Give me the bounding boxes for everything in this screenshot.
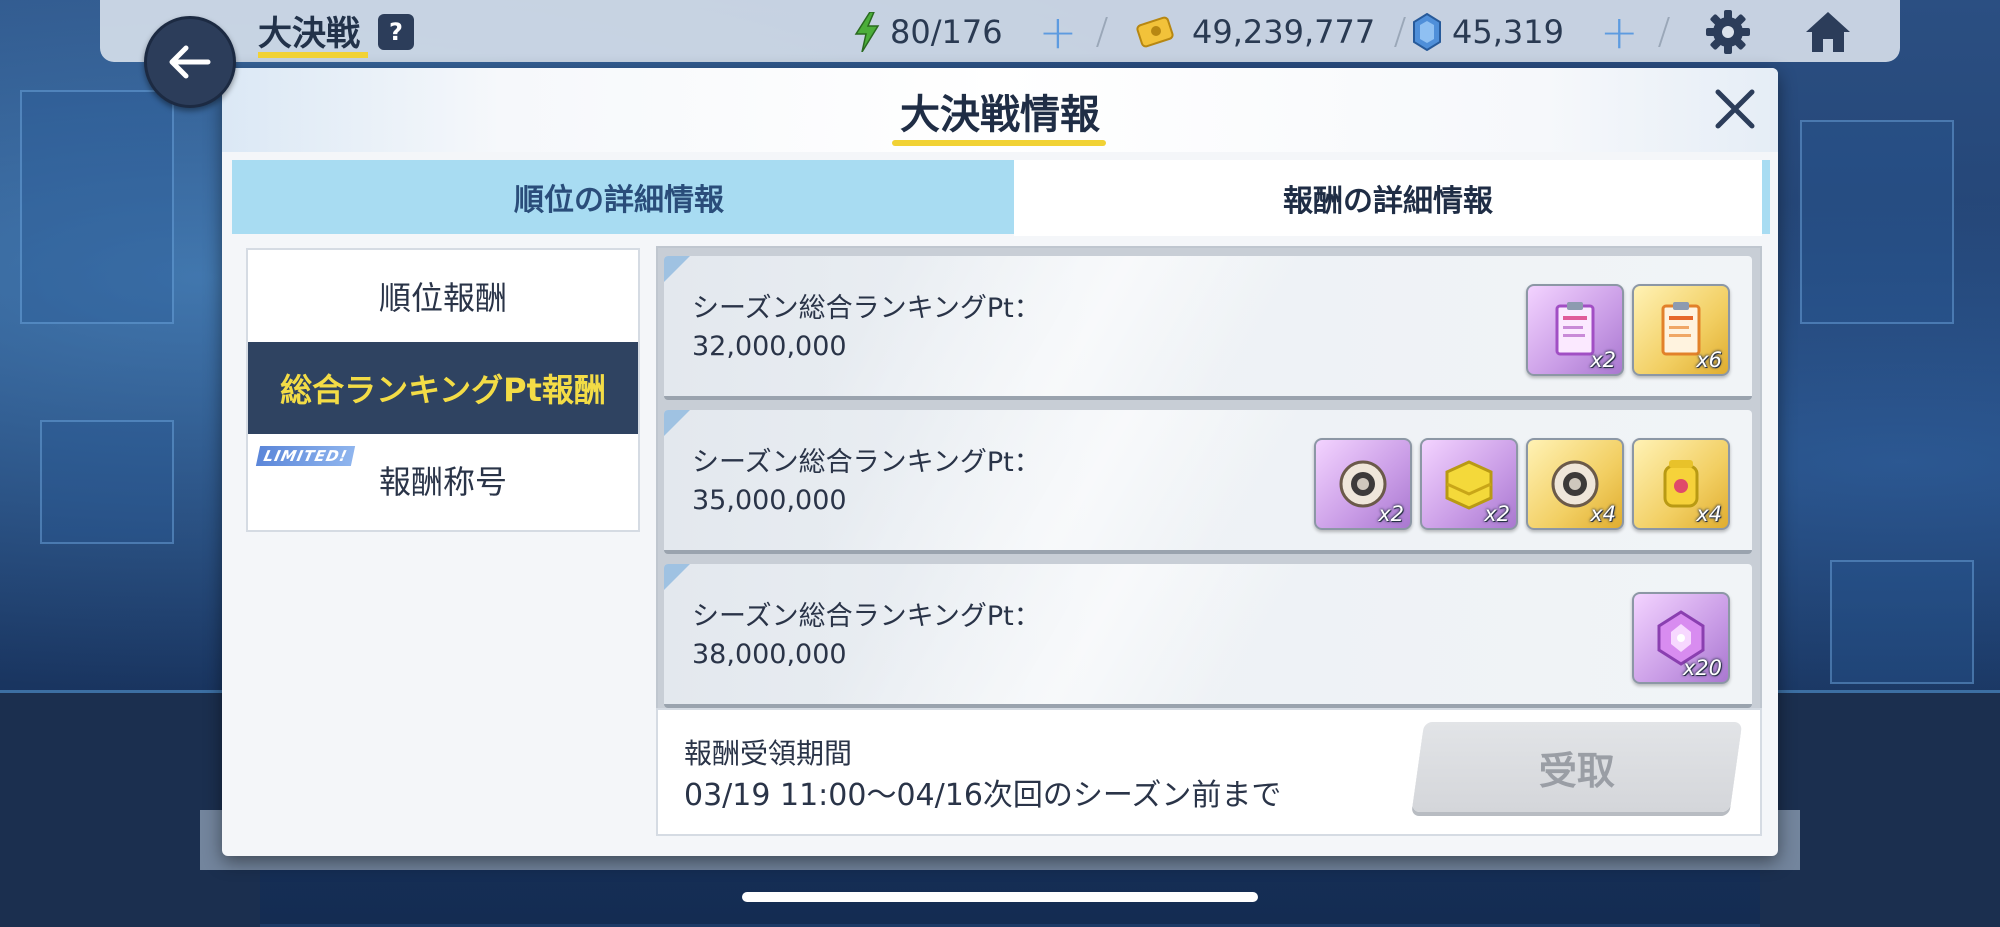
reward-category-menu: 順位報酬 総合ランキングPt報酬 報酬称号 LIMITED!: [246, 248, 640, 532]
reward-items: x20: [1632, 592, 1730, 684]
back-button[interactable]: [144, 16, 236, 108]
title-underline: [892, 140, 1106, 146]
reward-label: シーズン総合ランキングPt：: [692, 447, 1041, 478]
help-icon[interactable]: ?: [378, 14, 414, 50]
crystal-purple-icon[interactable]: x20: [1632, 592, 1730, 684]
reward-threshold: シーズン総合ランキングPt： 32,000,000: [692, 290, 1041, 366]
reward-label: シーズン総合ランキングPt：: [692, 601, 1041, 632]
background-screen: [1800, 120, 1954, 324]
reward-row: シーズン総合ランキングPt： 35,000,000 x2 x2 x4 x4: [664, 410, 1752, 554]
credits-resource: 49,239,777: [1136, 10, 1407, 54]
item-quantity: x2: [1484, 502, 1510, 526]
cloth-yellow-icon[interactable]: x2: [1420, 438, 1518, 530]
reward-points: 32,000,000: [692, 331, 847, 362]
menu-item-total-ranking-pt-reward[interactable]: 総合ランキングPt報酬: [248, 342, 638, 434]
background-screen: [40, 420, 174, 544]
background-desk: [1760, 690, 2000, 927]
item-quantity: x6: [1696, 348, 1722, 372]
reward-points: 38,000,000: [692, 639, 847, 670]
lightning-icon: [854, 12, 880, 52]
reward-row: シーズン総合ランキングPt： 32,000,000 x2 x6: [664, 256, 1752, 400]
title-underline: [258, 52, 368, 58]
item-quantity: x2: [1378, 502, 1404, 526]
period-value: 03/19 11:00～04/16次回のシーズン前まで: [684, 778, 1282, 813]
gems-value: 45,319: [1452, 13, 1564, 51]
report-orange-icon[interactable]: x6: [1632, 284, 1730, 376]
close-icon[interactable]: [1708, 82, 1762, 136]
credits-value: 49,239,777: [1192, 13, 1376, 51]
gems-resource: 45,319 +: [1412, 9, 1670, 55]
reward-period-footer: 報酬受領期間 03/19 11:00～04/16次回のシーズン前まで 受取: [656, 708, 1762, 836]
background-desk: [0, 690, 260, 927]
menu-item-rank-reward[interactable]: 順位報酬: [248, 250, 638, 342]
tab-reward-details[interactable]: 報酬の詳細情報: [1014, 160, 1762, 236]
background-screen: [20, 90, 174, 324]
corner-accent: [664, 410, 690, 436]
reward-threshold: シーズン総合ランキングPt： 38,000,000: [692, 598, 1041, 674]
claim-button[interactable]: 受取: [1411, 722, 1743, 812]
reward-items: x2 x2 x4 x4: [1314, 438, 1730, 530]
jar-gold-icon[interactable]: x4: [1632, 438, 1730, 530]
tab-bar: 順位の詳細情報 報酬の詳細情報: [232, 160, 1770, 236]
add-stamina-button[interactable]: +: [1039, 9, 1078, 55]
reward-label: シーズン総合ランキングPt：: [692, 293, 1041, 324]
claim-button-label: 受取: [1538, 748, 1615, 793]
corner-accent: [664, 564, 690, 590]
arrow-left-icon: [169, 45, 211, 79]
background-screen: [1830, 560, 1974, 684]
period-label: 報酬受領期間: [684, 737, 853, 770]
report-purple-icon[interactable]: x2: [1526, 284, 1624, 376]
home-indicator[interactable]: [742, 892, 1258, 902]
item-quantity: x4: [1590, 502, 1616, 526]
gear-part-gold-icon[interactable]: x4: [1526, 438, 1624, 530]
reward-row: シーズン総合ランキングPt： 38,000,000 x20: [664, 564, 1752, 708]
tab-rank-details[interactable]: 順位の詳細情報: [232, 160, 1006, 234]
limited-badge: LIMITED!: [255, 446, 356, 466]
item-quantity: x2: [1590, 348, 1616, 372]
gear-icon[interactable]: [1704, 8, 1752, 56]
add-gems-button[interactable]: +: [1600, 9, 1639, 55]
credit-card-icon: [1136, 16, 1174, 48]
item-quantity: x20: [1682, 656, 1722, 680]
reward-threshold: シーズン総合ランキングPt： 35,000,000: [692, 444, 1041, 520]
corner-accent: [664, 256, 690, 282]
modal-title: 大決戦情報: [900, 92, 1100, 138]
reward-items: x2 x6: [1526, 284, 1730, 376]
item-quantity: x4: [1696, 502, 1722, 526]
event-info-modal: 大決戦情報 順位の詳細情報 報酬の詳細情報 順位報酬 総合ランキングPt報酬 報…: [222, 68, 1778, 856]
stamina-value: 80/176: [890, 13, 1003, 51]
reward-list[interactable]: シーズン総合ランキングPt： 32,000,000 x2 x6 シーズン総合ラン…: [656, 246, 1762, 710]
gear-part-purple-icon[interactable]: x2: [1314, 438, 1412, 530]
stamina-resource: 80/176 +: [854, 9, 1108, 55]
reward-points: 35,000,000: [692, 485, 847, 516]
gem-icon: [1413, 13, 1441, 51]
screen-title: 大決戦: [258, 14, 360, 54]
home-icon[interactable]: [1802, 6, 1854, 58]
